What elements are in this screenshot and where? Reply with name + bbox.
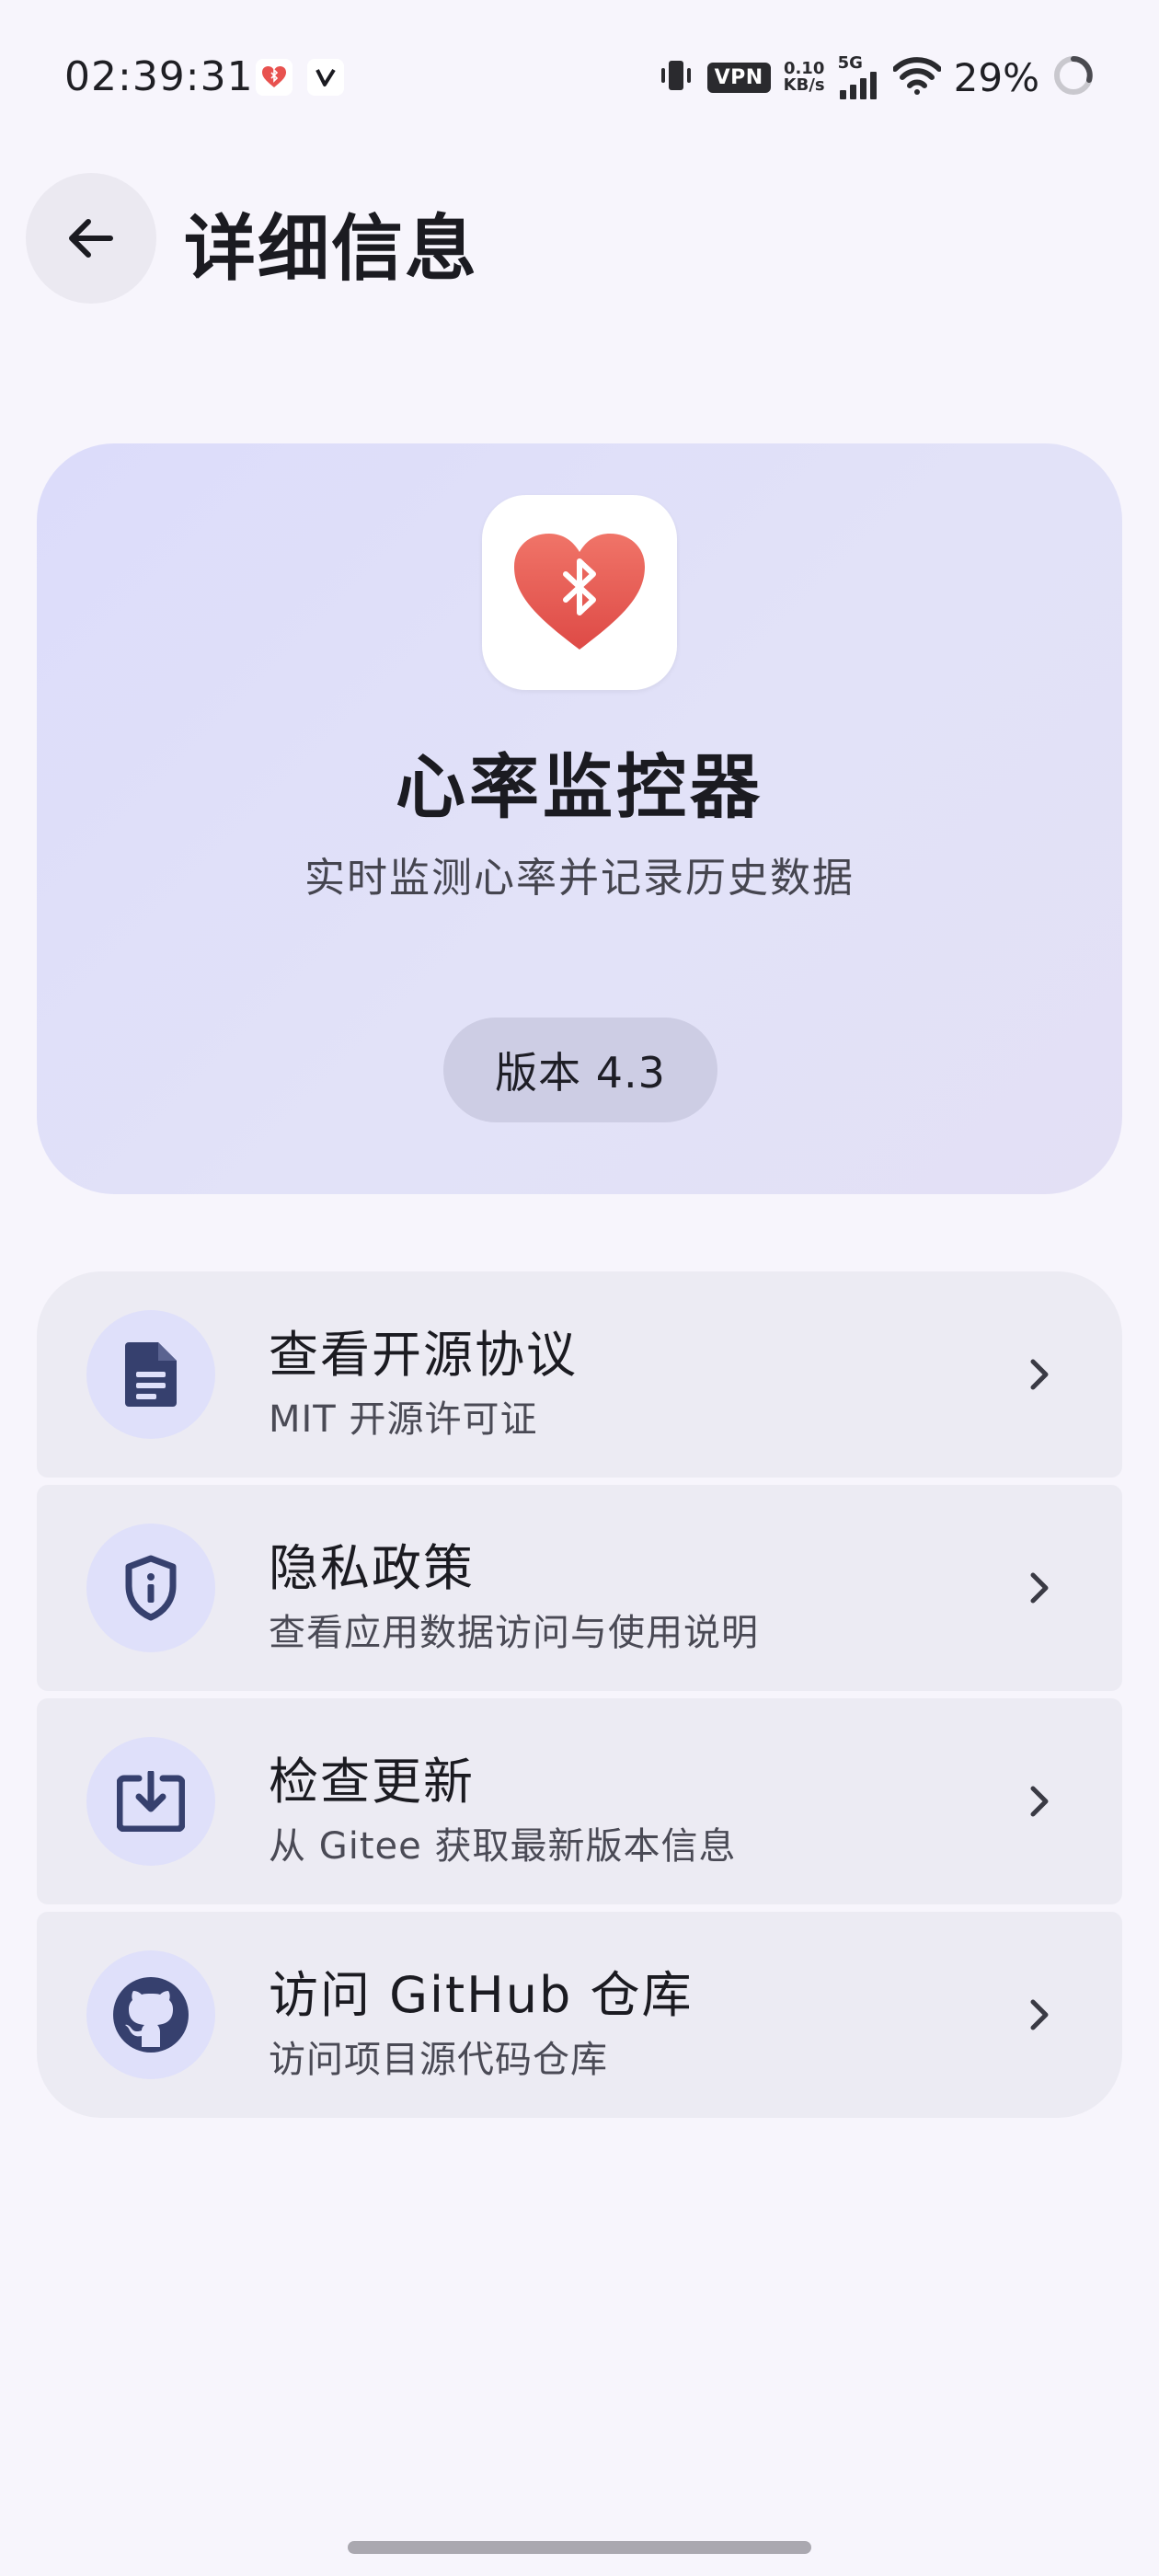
- download-box-icon: [117, 1771, 185, 1832]
- list-item-subtitle: 从 Gitee 获取最新版本信息: [269, 1825, 737, 1868]
- list-item-subtitle: 查看应用数据访问与使用说明: [269, 1612, 759, 1654]
- list-item-title: 检查更新: [269, 1753, 475, 1811]
- battery-percent: 29%: [953, 54, 1039, 100]
- chevron-right-icon: [1030, 1572, 1049, 1604]
- list-icon-circle: [86, 1950, 215, 2079]
- vibrate-icon: [658, 57, 694, 98]
- v-app-notification-icon: [307, 59, 344, 96]
- details-screen: 02:39:31 VPN 0.10 KB/s 5G 29% 详细信息 心率监控器…: [0, 0, 1159, 2576]
- list-item-license[interactable]: 查看开源协议 MIT 开源许可证: [37, 1271, 1122, 1478]
- network-speed: 0.10 KB/s: [784, 61, 825, 94]
- app-icon: [482, 495, 677, 690]
- back-arrow-icon: [69, 219, 113, 258]
- status-bar: 02:39:31 VPN 0.10 KB/s 5G 29%: [0, 0, 1159, 156]
- battery-ring-icon: [1052, 54, 1095, 100]
- back-button[interactable]: [26, 173, 156, 304]
- list-item-subtitle: MIT 开源许可证: [269, 1398, 538, 1441]
- list-item-title: 隐私政策: [269, 1539, 475, 1597]
- list-item-title: 访问 GitHub 仓库: [269, 1966, 694, 2024]
- list-icon-circle: [86, 1737, 215, 1866]
- cellular-signal-icon: 5G: [838, 55, 880, 99]
- wifi-icon: [891, 56, 942, 98]
- github-icon: [113, 1977, 189, 2053]
- heart-bluetooth-icon: [514, 534, 645, 650]
- app-info-card: 心率监控器 实时监测心率并记录历史数据 版本 4.3: [37, 443, 1122, 1194]
- app-description: 实时监测心率并记录历史数据: [304, 855, 855, 902]
- list-item-subtitle: 访问项目源代码仓库: [269, 2039, 608, 2081]
- status-time: 02:39:31: [64, 53, 254, 100]
- chevron-right-icon: [1030, 1359, 1049, 1390]
- shield-info-icon: [125, 1555, 177, 1621]
- gesture-navigation-bar[interactable]: [348, 2541, 811, 2554]
- app-name: 心率监控器: [396, 746, 763, 828]
- list-icon-circle: [86, 1310, 215, 1439]
- chevron-right-icon: [1030, 1999, 1049, 2030]
- heart-notification-icon: [256, 59, 293, 96]
- chevron-right-icon: [1030, 1786, 1049, 1817]
- network-speed-unit: KB/s: [783, 75, 825, 95]
- list-icon-circle: [86, 1524, 215, 1652]
- vpn-badge: VPN: [706, 62, 771, 93]
- list-item-check-update[interactable]: 检查更新 从 Gitee 获取最新版本信息: [37, 1698, 1122, 1904]
- list-item-privacy[interactable]: 隐私政策 查看应用数据访问与使用说明: [37, 1485, 1122, 1691]
- version-badge: 版本 4.3: [443, 1018, 717, 1122]
- list-item-title: 查看开源协议: [269, 1326, 578, 1384]
- network-type: 5G: [837, 53, 863, 73]
- list-item-github[interactable]: 访问 GitHub 仓库 访问项目源代码仓库: [37, 1912, 1122, 2118]
- info-list: 查看开源协议 MIT 开源许可证 隐私政策 查看应用数据访问与使用说明 检查更新…: [37, 1271, 1122, 2118]
- document-icon: [125, 1342, 177, 1407]
- page-title: 详细信息: [184, 208, 479, 291]
- status-icons: VPN 0.10 KB/s 5G 29%: [658, 48, 1095, 107]
